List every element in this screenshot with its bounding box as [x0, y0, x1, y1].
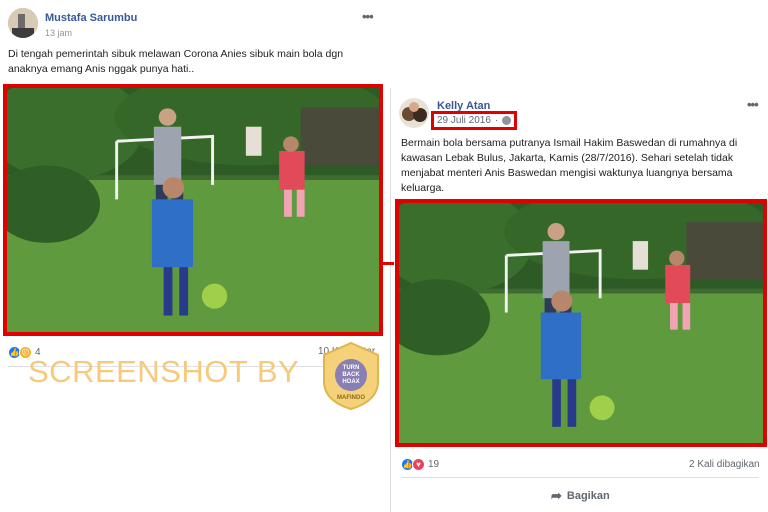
avatar-image	[399, 98, 429, 128]
reaction-count: 19	[428, 459, 440, 470]
globe-icon	[502, 116, 512, 125]
football-scene-image	[7, 88, 379, 332]
highlight-connector	[383, 262, 394, 265]
more-options-icon[interactable]: •••	[362, 9, 374, 24]
avatar-image	[8, 8, 38, 38]
avatar[interactable]	[399, 98, 429, 128]
share-arrow-icon: ➦	[551, 488, 562, 503]
badge-bottom-text: MAFINDO	[337, 395, 365, 401]
turnbackhoax-badge: TURN BACK HOAX MAFINDO	[320, 341, 382, 411]
action-divider	[401, 477, 759, 478]
share-button-label: Bagikan	[566, 490, 610, 502]
author-name[interactable]: Mustafa Sarumbu	[45, 12, 137, 24]
love-reaction-icon: ♥	[412, 458, 425, 471]
post-date: 29 Juli 2016	[437, 115, 491, 126]
more-options-icon[interactable]: •••	[747, 97, 759, 112]
football-scene-image	[399, 203, 763, 443]
right-post: Kelly Atan 29 Juli 2016 · ••• Bermain bo…	[390, 88, 768, 512]
share-button[interactable]: ➦ Bagikan	[551, 488, 610, 504]
post-text: Di tengah pemerintah sibuk melawan Coron…	[8, 48, 344, 75]
badge-top-text: TURN BACK HOAX	[342, 365, 360, 385]
left-post: Mustafa Sarumbu 13 jam ••• Di tengah pem…	[0, 0, 386, 512]
post-time-text: 13 jam	[45, 28, 73, 38]
post-photo[interactable]	[395, 199, 767, 447]
post-text: Bermain bola bersama putranya Ismail Hak…	[401, 137, 738, 194]
post-date-highlight[interactable]: 29 Juli 2016 ·	[431, 111, 518, 130]
screenshot-watermark: SCREENSHOT BY	[28, 354, 300, 389]
share-count[interactable]: 2 Kali dibagikan	[689, 459, 760, 470]
post-time[interactable]: 13 jam	[45, 28, 72, 38]
dot-separator: ·	[494, 115, 499, 126]
avatar[interactable]	[8, 8, 38, 38]
reaction-summary[interactable]: 👍 ♥ 19	[401, 458, 439, 471]
post-photo[interactable]	[3, 84, 383, 336]
